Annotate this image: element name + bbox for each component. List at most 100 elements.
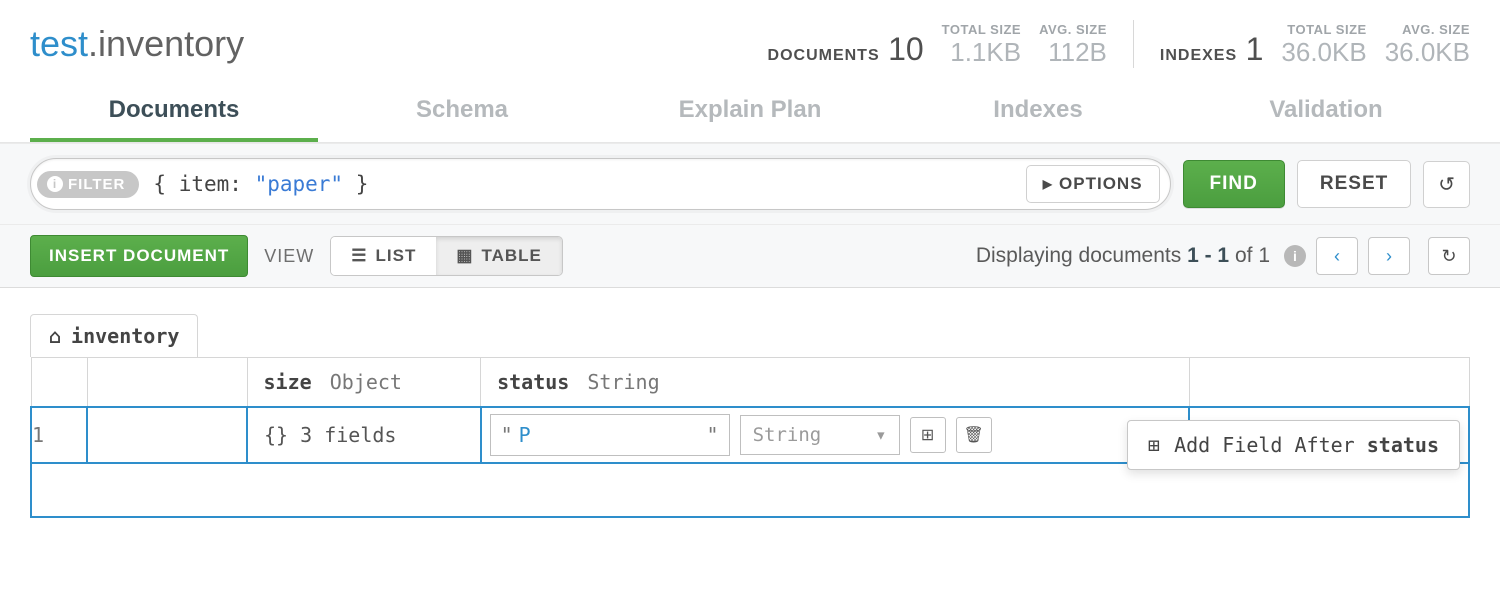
col-rownum	[31, 358, 87, 408]
options-button[interactable]: ▶ OPTIONS	[1026, 165, 1160, 203]
col-trailing	[1189, 358, 1469, 408]
history-icon: ↺	[1438, 174, 1455, 196]
cell-rownum: 1	[31, 407, 87, 463]
home-icon: ⌂	[49, 324, 61, 348]
col-expand	[87, 358, 247, 408]
type-select[interactable]: String ▾	[740, 415, 900, 455]
view-list-label: LIST	[376, 246, 417, 266]
table-header-row: size Object status String	[31, 358, 1469, 408]
query-key: item:	[179, 172, 242, 196]
view-label: VIEW	[264, 246, 314, 267]
breadcrumb-tab[interactable]: ⌂ inventory	[30, 314, 198, 357]
breadcrumb-collection: inventory	[71, 324, 179, 348]
add-field-button[interactable]: ⊞	[910, 417, 946, 453]
help-icon[interactable]: i	[1284, 245, 1306, 267]
col-status-type: String	[587, 370, 659, 394]
table-icon: ▦	[456, 246, 473, 266]
col-status[interactable]: status String	[481, 358, 1189, 408]
idx-total-size-label: TOTAL SIZE	[1281, 22, 1366, 37]
collection-title: test.inventory	[30, 23, 244, 65]
table-row-empty	[31, 463, 1469, 517]
reset-button[interactable]: RESET	[1297, 160, 1411, 208]
col-status-name: status	[497, 370, 569, 394]
view-table-label: TABLE	[481, 246, 541, 266]
history-button[interactable]: ↺	[1423, 161, 1470, 208]
tab-schema[interactable]: Schema	[318, 86, 606, 142]
toolbar-right: Displaying documents 1 - 1 of 1 i ‹ › ↻	[976, 237, 1470, 275]
indexes-count: 1	[1246, 31, 1264, 67]
add-field-popover[interactable]: ⊞ Add Field After status	[1127, 420, 1460, 470]
chevron-right-icon: ›	[1386, 246, 1392, 267]
view-list-button[interactable]: ☰ LIST	[331, 237, 436, 275]
documents-stat-group: DOCUMENTS 10 TOTAL SIZE 1.1KB AVG. SIZE …	[768, 22, 1107, 68]
filter-input[interactable]: i FILTER { item: "paper" } ▶ OPTIONS	[30, 158, 1171, 210]
insert-document-button[interactable]: INSERT DOCUMENT	[30, 235, 248, 277]
tab-documents[interactable]: Documents	[30, 86, 318, 142]
filter-badge: i FILTER	[37, 171, 139, 198]
delete-field-button[interactable]: 🗑	[956, 417, 992, 453]
options-label: OPTIONS	[1059, 174, 1143, 194]
idx-total-size: 36.0KB	[1281, 37, 1366, 68]
status-value[interactable]: P	[519, 423, 701, 447]
plus-icon: ⊞	[921, 425, 934, 445]
collection-name: inventory	[98, 23, 244, 64]
list-icon: ☰	[351, 246, 367, 266]
quote-close: "	[707, 423, 719, 447]
quote-open: "	[501, 423, 513, 447]
tab-explain-plan[interactable]: Explain Plan	[606, 86, 894, 142]
info-icon: i	[47, 176, 63, 192]
col-size-type: Object	[330, 370, 402, 394]
query-close-brace: }	[343, 172, 368, 196]
document-toolbar: INSERT DOCUMENT VIEW ☰ LIST ▦ TABLE Disp…	[0, 225, 1500, 288]
value-input[interactable]: " P "	[490, 414, 730, 456]
tab-indexes[interactable]: Indexes	[894, 86, 1182, 142]
pager-of: of	[1229, 244, 1258, 267]
plus-box-icon: ⊞	[1148, 433, 1160, 457]
cell-status[interactable]: " P " String ▾ ⊞ 🗑	[481, 407, 1189, 463]
title-separator: .	[88, 23, 98, 64]
find-button[interactable]: FIND	[1183, 160, 1285, 208]
collection-header: test.inventory DOCUMENTS 10 TOTAL SIZE 1…	[0, 0, 1500, 68]
refresh-icon: ↻	[1441, 246, 1456, 267]
tab-validation[interactable]: Validation	[1182, 86, 1470, 142]
filter-query[interactable]: { item: "paper" }	[139, 172, 1025, 196]
popover-text: Add Field After	[1174, 433, 1367, 457]
query-value: "paper"	[255, 172, 344, 196]
documents-label: DOCUMENTS	[768, 47, 880, 64]
idx-avg-size-label: AVG. SIZE	[1385, 22, 1470, 37]
view-table-button[interactable]: ▦ TABLE	[436, 237, 561, 275]
chevron-down-icon: ▾	[875, 424, 886, 446]
query-open-brace: {	[153, 172, 178, 196]
col-size[interactable]: size Object	[247, 358, 481, 408]
chevron-left-icon: ‹	[1334, 246, 1340, 267]
idx-avg-size: 36.0KB	[1385, 37, 1470, 68]
doc-avg-size: 112B	[1039, 37, 1107, 68]
pager-range: 1 - 1	[1187, 244, 1229, 267]
prev-page-button[interactable]: ‹	[1316, 237, 1358, 275]
documents-count: 10	[888, 31, 924, 67]
indexes-label: INDEXES	[1160, 47, 1237, 64]
indexes-stat-group: INDEXES 1 TOTAL SIZE 36.0KB AVG. SIZE 36…	[1160, 22, 1470, 68]
header-stats: DOCUMENTS 10 TOTAL SIZE 1.1KB AVG. SIZE …	[768, 20, 1470, 68]
pager-prefix: Displaying documents	[976, 244, 1187, 267]
filter-badge-label: FILTER	[68, 176, 125, 193]
doc-avg-size-label: AVG. SIZE	[1039, 22, 1107, 37]
popover-field-name: status	[1367, 433, 1439, 457]
trash-icon: 🗑	[963, 425, 983, 445]
database-name: test	[30, 23, 88, 64]
cell-size[interactable]: {} 3 fields	[247, 407, 481, 463]
content-area: ⌂ inventory size Object status String 1	[0, 288, 1500, 544]
collection-tabs: Documents Schema Explain Plan Indexes Va…	[0, 86, 1500, 143]
doc-total-size: 1.1KB	[942, 37, 1021, 68]
cell-expand[interactable]	[87, 407, 247, 463]
caret-right-icon: ▶	[1043, 177, 1053, 191]
doc-total-size-label: TOTAL SIZE	[942, 22, 1021, 37]
cell-editor: " P " String ▾ ⊞ 🗑	[490, 414, 1180, 456]
refresh-button[interactable]: ↻	[1428, 237, 1470, 275]
stat-divider	[1133, 20, 1134, 68]
pager-text: Displaying documents 1 - 1 of 1	[976, 244, 1270, 268]
pager-total: 1	[1258, 244, 1270, 267]
next-page-button[interactable]: ›	[1368, 237, 1410, 275]
col-size-name: size	[264, 370, 312, 394]
type-select-value: String	[753, 424, 822, 446]
